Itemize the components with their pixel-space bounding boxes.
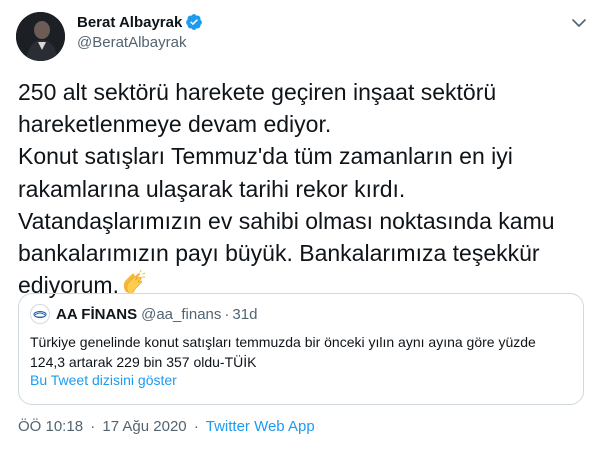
tweet-time[interactable]: ÖÖ 10:18 bbox=[18, 418, 83, 435]
meta-separator: · bbox=[193, 418, 199, 435]
tweet-text-line: bankalarımızın payı büyük. Bankalarımıza… bbox=[18, 240, 540, 267]
author-avatar[interactable] bbox=[16, 12, 65, 61]
quoted-separator: · bbox=[224, 305, 230, 323]
tweet-date[interactable]: 17 Ağu 2020 bbox=[102, 418, 186, 435]
quoted-display-name: AA FİNANS bbox=[56, 305, 138, 323]
source-app-link[interactable]: Twitter Web App bbox=[206, 418, 315, 435]
verified-badge-icon bbox=[185, 13, 203, 31]
tweet-card: Berat Albayrak @BeratAlbayrak 250 alt se… bbox=[0, 0, 602, 453]
quoted-text-line: Türkiye genelinde konut satışları temmuz… bbox=[30, 334, 536, 350]
quoted-tweet-text: Türkiye genelinde konut satışları temmuz… bbox=[30, 332, 575, 372]
show-thread-link[interactable]: Bu Tweet dizisini göster bbox=[30, 372, 177, 388]
tweet-text: 250 alt sektörü harekete geçiren inşaat … bbox=[18, 76, 593, 304]
tweet-text-line: Vatandaşlarımızın ev sahibi olması nokta… bbox=[18, 207, 555, 234]
tweet-text-line: 250 alt sektörü harekete geçiren inşaat … bbox=[18, 79, 497, 105]
tweet-text-line: rakamlarına ulaşarak tarihi rekor kırdı. bbox=[18, 175, 406, 202]
quoted-text-line: 124,3 artarak 229 bin 357 oldu-TÜİK bbox=[30, 354, 257, 370]
tweet-text-line: hareketlenmeye devam ediyor. bbox=[18, 111, 332, 138]
tweet-text-line: Konut satışları Temmuz'da tüm zamanların… bbox=[18, 143, 513, 170]
author-display-name[interactable]: Berat Albayrak bbox=[77, 14, 182, 31]
quoted-author-avatar bbox=[30, 304, 50, 324]
quoted-tweet[interactable]: AA FİNANS @aa_finans · 31d Türkiye genel… bbox=[18, 293, 584, 405]
meta-separator: · bbox=[90, 418, 96, 435]
author-name-row: Berat Albayrak bbox=[77, 13, 203, 31]
tweet-metadata: ÖÖ 10:18 · 17 Ağu 2020 · Twitter Web App bbox=[18, 418, 315, 435]
chevron-down-icon[interactable] bbox=[570, 14, 588, 32]
quoted-handle: @aa_finans bbox=[141, 305, 222, 323]
author-handle[interactable]: @BeratAlbayrak bbox=[77, 34, 186, 51]
quoted-tweet-header: AA FİNANS @aa_finans · 31d bbox=[30, 304, 257, 324]
quoted-timestamp[interactable]: 31d bbox=[232, 306, 257, 323]
